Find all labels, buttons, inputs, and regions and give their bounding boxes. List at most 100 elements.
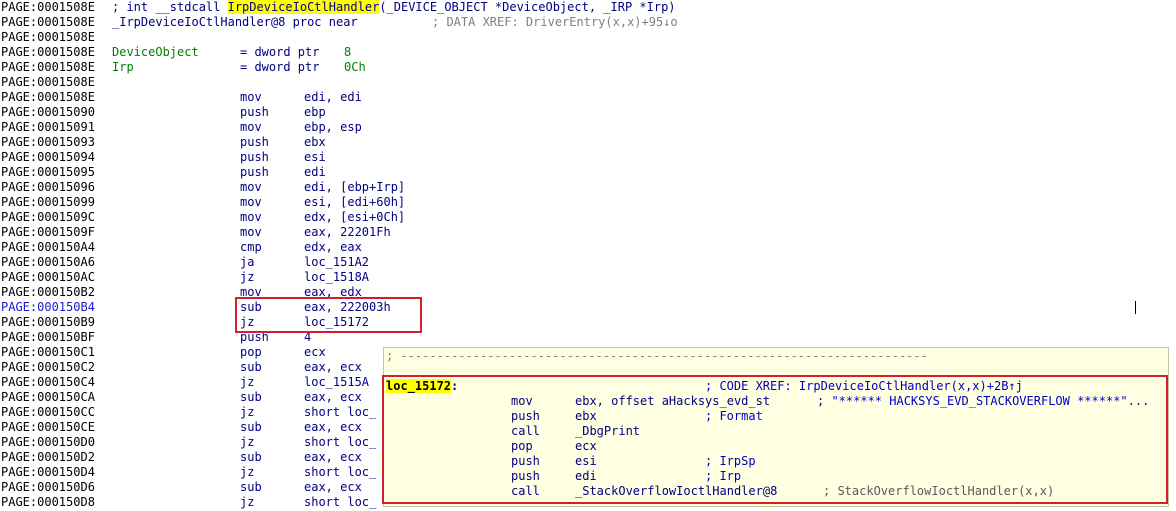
- operands[interactable]: 4: [304, 330, 311, 345]
- label-line[interactable]: loc_15172: ; CODE XREF: IrpDeviceIoCtlHa…: [384, 379, 1168, 394]
- code-xref-comment[interactable]: ; CODE XREF: IrpDeviceIoCtlHandler(x,x)+…: [705, 379, 1023, 394]
- popup-instruction-line[interactable]: mov ebx, offset aHacksys_evd_st ; "****** …: [384, 394, 1168, 409]
- operands[interactable]: edx, eax: [304, 240, 362, 255]
- instruction-line[interactable]: PAGE:000150BF push 4: [0, 330, 1176, 345]
- operands[interactable]: short loc_: [304, 435, 376, 450]
- address: PAGE:000150CE: [1, 420, 95, 434]
- address: PAGE:000150C2: [1, 360, 95, 374]
- address: PAGE:000150AC: [1, 270, 95, 284]
- operands[interactable]: eax, 22201Fh: [304, 225, 391, 240]
- operands[interactable]: short loc_: [304, 495, 376, 510]
- xref-preview-popup[interactable]: ; --------------------------------------…: [383, 347, 1169, 507]
- instruction-line[interactable]: PAGE:000150B4 sub eax, 222003h: [0, 300, 1176, 315]
- operands[interactable]: eax, ecx: [304, 420, 362, 435]
- operands[interactable]: ecx: [575, 439, 597, 454]
- mnemonic: mov: [511, 394, 533, 408]
- operands[interactable]: esi: [304, 150, 326, 165]
- operands[interactable]: ecx: [304, 345, 326, 360]
- instruction-line[interactable]: PAGE:00015090 push ebp: [0, 105, 1176, 120]
- operands[interactable]: loc_1515A: [304, 375, 369, 390]
- address: PAGE:0001508E: [1, 90, 95, 104]
- address: PAGE:0001509C: [1, 210, 95, 224]
- proc-line[interactable]: PAGE:0001508E _IrpDeviceIoCtlHandler@8 p…: [0, 15, 1176, 30]
- loc-label-highlight[interactable]: loc_15172: [386, 379, 452, 393]
- address: PAGE:000150D8: [1, 495, 95, 509]
- mnemonic: sub: [240, 480, 262, 494]
- operands[interactable]: _StackOverflowIoctlHandler@8: [575, 484, 777, 499]
- stack-var-line[interactable]: PAGE:0001508E DeviceObject = dword ptr 8: [0, 45, 1176, 60]
- instruction-line[interactable]: PAGE:00015091 mov ebp, esp: [0, 120, 1176, 135]
- mnemonic: jz: [240, 465, 255, 479]
- operands[interactable]: short loc_: [304, 465, 376, 480]
- data-xref-comment[interactable]: ; DATA XREF: DriverEntry(x,x)+95↓o: [432, 15, 678, 30]
- mnemonic: push: [240, 165, 269, 179]
- comment: ; IrpSp: [705, 454, 756, 468]
- address: PAGE:000150B2: [1, 285, 95, 299]
- mnemonic: jz: [240, 270, 255, 284]
- address: PAGE:00015093: [1, 135, 95, 149]
- operands[interactable]: ebp: [304, 105, 326, 120]
- operands[interactable]: eax, ecx: [304, 450, 362, 465]
- instruction-line[interactable]: PAGE:0001509C mov edx, [esi+0Ch]: [0, 210, 1176, 225]
- popup-instruction-line[interactable]: call _DbgPrint: [384, 424, 1168, 439]
- instruction-line[interactable]: PAGE:00015093 push ebx: [0, 135, 1176, 150]
- mnemonic: cmp: [240, 240, 262, 254]
- mnemonic: jz: [240, 495, 255, 509]
- mnemonic: push: [240, 135, 269, 149]
- operands[interactable]: ebx, offset aHacksys_evd_st: [575, 394, 770, 409]
- operands[interactable]: _DbgPrint: [575, 424, 640, 439]
- instruction-line[interactable]: PAGE:00015095 push edi: [0, 165, 1176, 180]
- operands[interactable]: ebx: [304, 135, 326, 150]
- operands[interactable]: eax, edx: [304, 285, 362, 300]
- address: PAGE:000150B4: [1, 300, 95, 314]
- operands[interactable]: eax, ecx: [304, 480, 362, 495]
- popup-instruction-line[interactable]: push esi ; IrpSp: [384, 454, 1168, 469]
- instruction-line[interactable]: PAGE:000150A4 cmp edx, eax: [0, 240, 1176, 255]
- operands[interactable]: eax, ecx: [304, 360, 362, 375]
- operands[interactable]: ebx: [575, 409, 597, 424]
- proc-name: _IrpDeviceIoCtlHandler@8 proc near: [112, 15, 358, 29]
- comment: ; Irp: [705, 469, 742, 483]
- var-name: DeviceObject: [112, 45, 199, 59]
- operands[interactable]: eax, 222003h: [304, 300, 391, 315]
- instruction-line[interactable]: PAGE:000150A6 ja loc_151A2: [0, 255, 1176, 270]
- mnemonic: mov: [240, 120, 262, 134]
- mnemonic: push: [511, 454, 540, 468]
- operands[interactable]: short loc_: [304, 405, 376, 420]
- instruction-line[interactable]: PAGE:0001508E mov edi, edi: [0, 90, 1176, 105]
- operands[interactable]: loc_1518A: [304, 270, 369, 285]
- address: PAGE:000150D0: [1, 435, 95, 449]
- operands[interactable]: edx, [esi+0Ch]: [304, 210, 405, 225]
- operands[interactable]: edi: [575, 469, 597, 484]
- operands[interactable]: edi: [304, 165, 326, 180]
- instruction-line[interactable]: PAGE:0001509F mov eax, 22201Fh: [0, 225, 1176, 240]
- function-name-highlight[interactable]: IrpDeviceIoCtlHandler: [227, 0, 380, 14]
- address: PAGE:00015096: [1, 180, 95, 194]
- mnemonic: sub: [240, 450, 262, 464]
- popup-instruction-line[interactable]: pop ecx: [384, 439, 1168, 454]
- instruction-line[interactable]: PAGE:00015099 mov esi, [edi+60h]: [0, 195, 1176, 210]
- instruction-line[interactable]: PAGE:000150B2 mov eax, edx: [0, 285, 1176, 300]
- operands[interactable]: esi, [edi+60h]: [304, 195, 405, 210]
- stack-var-line[interactable]: PAGE:0001508E Irp = dword ptr 0Ch: [0, 60, 1176, 75]
- instruction-line[interactable]: PAGE:000150B9 jz loc_15172: [0, 315, 1176, 330]
- instruction-line[interactable]: PAGE:000150AC jz loc_1518A: [0, 270, 1176, 285]
- operands[interactable]: loc_15172: [304, 315, 369, 330]
- instruction-line[interactable]: PAGE:00015096 mov edi, [ebp+Irp]: [0, 180, 1176, 195]
- function-signature-line[interactable]: PAGE:0001508E ; int __stdcall IrpDeviceI…: [0, 0, 1176, 15]
- operands[interactable]: edi, edi: [304, 90, 362, 105]
- instruction-line[interactable]: PAGE:00015094 push esi: [0, 150, 1176, 165]
- operands[interactable]: edi, [ebp+Irp]: [304, 180, 405, 195]
- operands[interactable]: eax, ecx: [304, 390, 362, 405]
- operands[interactable]: loc_151A2: [304, 255, 369, 270]
- comment: ; Format: [705, 409, 763, 423]
- address: PAGE:00015091: [1, 120, 95, 134]
- popup-instruction-line[interactable]: push edi ; Irp: [384, 469, 1168, 484]
- popup-instruction-line[interactable]: push ebx ; Format: [384, 409, 1168, 424]
- address: PAGE:0001508E: [1, 30, 95, 44]
- operands[interactable]: ebp, esp: [304, 120, 362, 135]
- popup-instruction-line[interactable]: call _StackOverflowIoctlHandler@8 ; StackO…: [384, 484, 1168, 499]
- operands[interactable]: esi: [575, 454, 597, 469]
- address: PAGE:000150CA: [1, 390, 95, 404]
- address: PAGE:000150B9: [1, 315, 95, 329]
